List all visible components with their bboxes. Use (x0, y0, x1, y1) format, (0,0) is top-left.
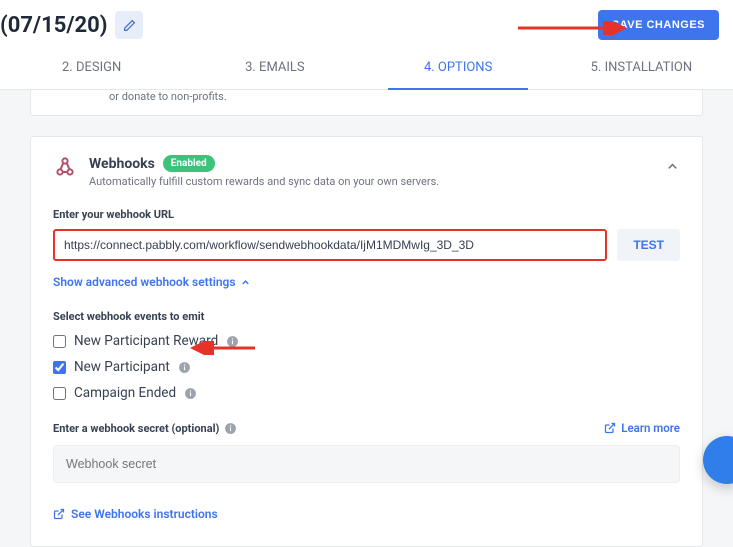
advanced-settings-toggle[interactable]: Show advanced webhook settings (53, 275, 251, 289)
test-button[interactable]: TEST (617, 229, 680, 261)
tab-emails[interactable]: 3. EMAILS (183, 46, 366, 89)
webhooks-instructions-link[interactable]: See Webhooks instructions (53, 507, 218, 521)
advanced-settings-label: Show advanced webhook settings (53, 275, 236, 289)
info-icon (226, 335, 239, 348)
external-link-icon (53, 508, 65, 520)
card-subtitle: Automatically fulfill custom rewards and… (89, 175, 439, 188)
pencil-icon (123, 19, 136, 32)
page-title: (07/15/20) (0, 13, 107, 38)
info-icon (178, 361, 191, 374)
checkbox-ended[interactable] (53, 387, 66, 400)
tab-design[interactable]: 2. DESIGN (0, 46, 183, 89)
checkbox-participant[interactable] (53, 361, 66, 374)
chevron-up-icon (240, 277, 251, 288)
event-label: Campaign Ended (74, 385, 176, 401)
enabled-badge: Enabled (163, 155, 215, 172)
edit-title-button[interactable] (115, 11, 143, 39)
tab-options[interactable]: 4. OPTIONS (367, 46, 550, 89)
learn-more-link[interactable]: Learn more (604, 421, 680, 435)
chevron-up-icon (665, 159, 680, 174)
card-title: Webhooks (89, 156, 155, 172)
checkbox-reward[interactable] (53, 335, 66, 348)
learn-more-label: Learn more (621, 421, 680, 435)
secret-label: Enter a webhook secret (optional) (53, 422, 219, 435)
info-icon (184, 387, 197, 400)
events-label: Select webhook events to emit (53, 310, 680, 323)
webhook-url-input[interactable] (53, 229, 607, 261)
event-checkbox-participant[interactable]: New Participant (53, 359, 680, 375)
tab-installation[interactable]: 5. INSTALLATION (550, 46, 733, 89)
collapse-toggle[interactable] (665, 159, 680, 178)
stepper-tabs: 2. DESIGN 3. EMAILS 4. OPTIONS 5. INSTAL… (0, 46, 733, 90)
webhook-icon (53, 155, 77, 179)
save-changes-button[interactable]: SAVE CHANGES (598, 10, 719, 40)
event-label: New Participant (74, 359, 170, 375)
previous-card-fragment: or donate to non-profits. (30, 90, 703, 116)
instructions-label: See Webhooks instructions (71, 507, 218, 521)
external-link-icon (604, 422, 616, 434)
url-label: Enter your webhook URL (53, 208, 680, 221)
event-checkbox-ended[interactable]: Campaign Ended (53, 385, 680, 401)
event-checkbox-reward[interactable]: New Participant Reward (53, 333, 680, 349)
webhooks-card: Webhooks Enabled Automatically fulfill c… (30, 136, 703, 547)
event-label: New Participant Reward (74, 333, 218, 349)
webhook-secret-input[interactable] (53, 445, 680, 483)
info-icon (224, 422, 237, 435)
